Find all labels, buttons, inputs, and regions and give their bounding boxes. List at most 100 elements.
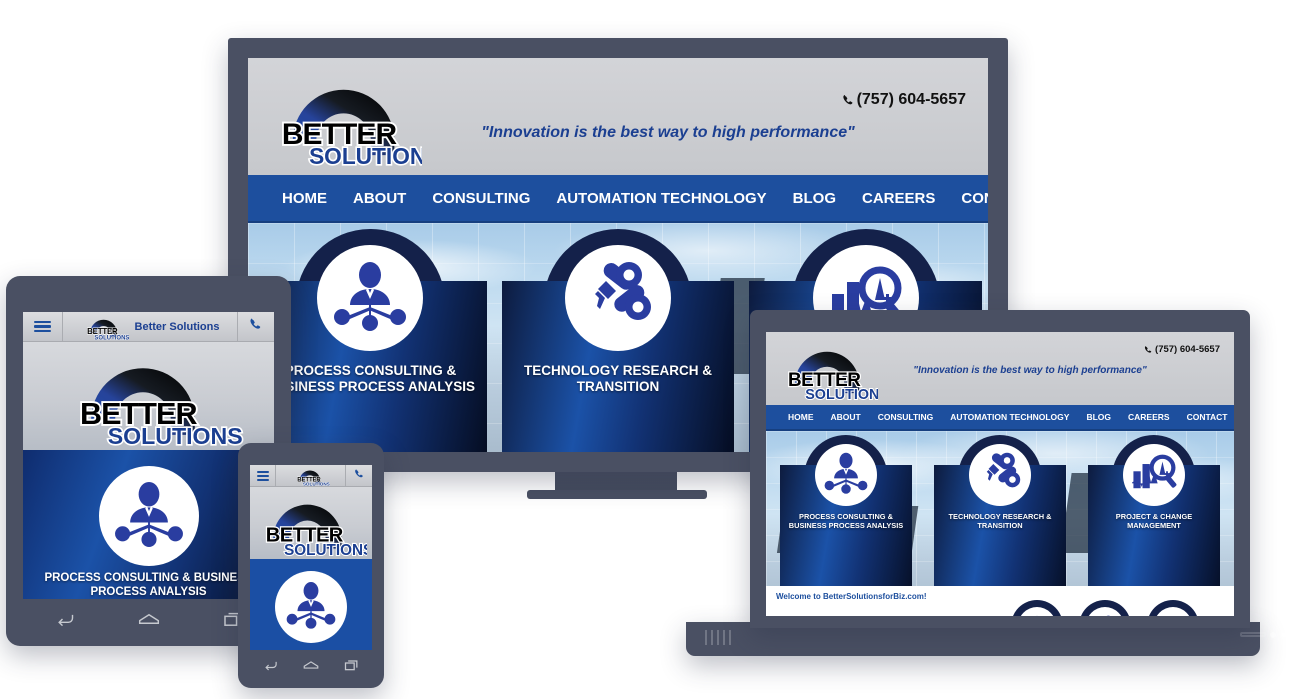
nav-item-consulting[interactable]: CONSULTING bbox=[432, 190, 530, 207]
svg-text:SOLUTIONS: SOLUTIONS bbox=[309, 143, 422, 166]
laptop-indicator-bar bbox=[1240, 632, 1266, 637]
laptop-screen: BETTER SOLUTIONS (757) 604-5657 "Innovat… bbox=[766, 332, 1234, 616]
phone-number: (757) 604-5657 bbox=[856, 91, 966, 108]
welcome-text: Welcome to BetterSolutionsforBiz.com! bbox=[776, 592, 927, 601]
menu-button[interactable] bbox=[250, 465, 276, 486]
hero-section: PROCESS CONSULTING & BUSINESS PROCESS AN… bbox=[766, 431, 1234, 616]
service-panel-technology-research[interactable]: TECHNOLOGY RESEARCH & TRANSITION bbox=[501, 223, 735, 452]
header-phone[interactable]: (757) 604-5657 bbox=[842, 91, 966, 109]
welcome-circle-inner bbox=[1154, 607, 1192, 616]
mobile-service-card[interactable] bbox=[250, 559, 372, 650]
call-button[interactable] bbox=[238, 312, 274, 341]
welcome-strip: Welcome to BetterSolutionsforBiz.com! bbox=[766, 586, 1234, 616]
nav-item-home[interactable]: HOME bbox=[788, 412, 814, 422]
mobile-header: BETTER SOLUTIONS Better Solutions bbox=[23, 312, 274, 342]
nav-item-contact[interactable]: CONTACT bbox=[961, 190, 988, 207]
tablet-screen: BETTER SOLUTIONS Better Solutions BETTER… bbox=[23, 312, 274, 599]
main-navigation: HOME ABOUT CONSULTING AUTOMATION TECHNOL… bbox=[248, 175, 988, 223]
android-navigation-bar bbox=[250, 650, 372, 680]
brand-logo-large: BETTER SOLUTIONS bbox=[46, 346, 251, 446]
welcome-circle-3 bbox=[1147, 600, 1199, 616]
nav-item-blog[interactable]: BLOG bbox=[1086, 412, 1111, 422]
bar-chart-magnifier-icon bbox=[1131, 453, 1177, 497]
consultant-network-icon bbox=[286, 581, 336, 634]
hamburger-menu-icon bbox=[34, 320, 51, 333]
mobile-service-card[interactable]: PROCESS CONSULTING & BUSINESS PROCESS AN… bbox=[23, 450, 274, 599]
panel-icon-circle bbox=[969, 444, 1031, 506]
mobile-brand-label: Better Solutions bbox=[134, 320, 220, 333]
panel-icon-circle bbox=[564, 245, 671, 351]
mobile-logo-banner: BETTER SOLUTIONS bbox=[250, 487, 372, 559]
android-recents-icon[interactable] bbox=[344, 659, 359, 671]
nav-item-automation-technology[interactable]: AUTOMATION TECHNOLOGY bbox=[950, 412, 1069, 422]
consultant-network-icon bbox=[333, 261, 407, 336]
nav-item-home[interactable]: HOME bbox=[282, 190, 327, 207]
consultant-network-icon bbox=[114, 481, 184, 552]
panel-icon-circle bbox=[1123, 444, 1185, 506]
phone-handset-icon bbox=[842, 93, 855, 108]
panel-icon-circle bbox=[275, 571, 347, 643]
phone-device: BETTER SOLUTIONS BETTER SOLUTIONS bbox=[238, 443, 384, 688]
site-tagline: "Innovation is the best way to high perf… bbox=[481, 124, 855, 141]
android-home-icon[interactable] bbox=[138, 611, 160, 627]
panel-title: PROJECT & CHANGE MANAGEMENT bbox=[1115, 512, 1193, 530]
hamburger-menu-icon bbox=[256, 470, 269, 481]
robot-arm-icon bbox=[582, 261, 654, 336]
panel-icon-circle bbox=[815, 444, 877, 506]
laptop-screen-bezel: BETTER SOLUTIONS (757) 604-5657 "Innovat… bbox=[750, 310, 1250, 628]
panel-title: PROCESS CONSULTING & BUSINESS PROCESS AN… bbox=[44, 572, 253, 598]
welcome-circle-2 bbox=[1079, 600, 1131, 616]
main-navigation: HOME ABOUT CONSULTING AUTOMATION TECHNOL… bbox=[766, 405, 1234, 431]
mobile-brand[interactable]: BETTER SOLUTIONS bbox=[276, 465, 346, 486]
android-back-icon[interactable] bbox=[55, 611, 75, 627]
svg-text:SOLUTIONS: SOLUTIONS bbox=[805, 387, 878, 400]
svg-text:SOLUTIONS: SOLUTIONS bbox=[284, 542, 367, 556]
svg-text:BETTER: BETTER bbox=[87, 327, 118, 336]
nav-item-about[interactable]: ABOUT bbox=[353, 190, 406, 207]
consultant-network-icon bbox=[824, 452, 868, 499]
phone-number: (757) 604-5657 bbox=[1155, 344, 1220, 355]
mobile-brand[interactable]: BETTER SOLUTIONS Better Solutions bbox=[63, 312, 238, 341]
mobile-logo-banner: BETTER SOLUTIONS bbox=[23, 342, 274, 450]
nav-item-automation-technology[interactable]: AUTOMATION TECHNOLOGY bbox=[556, 190, 766, 207]
nav-item-careers[interactable]: CAREERS bbox=[862, 190, 935, 207]
panel-icon-circle bbox=[317, 245, 424, 351]
header-phone[interactable]: (757) 604-5657 bbox=[1144, 344, 1220, 355]
nav-item-careers[interactable]: CAREERS bbox=[1128, 412, 1170, 422]
mobile-header: BETTER SOLUTIONS bbox=[250, 465, 372, 487]
menu-button[interactable] bbox=[23, 312, 63, 341]
panel-title: TECHNOLOGY RESEARCH & TRANSITION bbox=[948, 512, 1052, 530]
nav-item-contact[interactable]: CONTACT bbox=[1187, 412, 1228, 422]
panel-icon-circle bbox=[98, 466, 199, 566]
laptop-speaker-grille bbox=[705, 630, 731, 645]
panel-title: TECHNOLOGY RESEARCH & TRANSITION bbox=[523, 363, 712, 394]
site-header: BETTER SOLUTIONS (757) 604-5657 "Innovat… bbox=[248, 58, 988, 175]
phone-handset-icon bbox=[1144, 345, 1153, 355]
responsive-showcase: BETTER SOLUTIONS (757) 604-5657 "Innovat… bbox=[0, 0, 1307, 699]
brand-logo: BETTER SOLUTIONS bbox=[288, 466, 334, 486]
laptop-indicator-dot-2 bbox=[1281, 632, 1287, 638]
nav-item-blog[interactable]: BLOG bbox=[793, 190, 836, 207]
android-navigation-bar bbox=[23, 599, 274, 639]
android-home-icon[interactable] bbox=[303, 659, 319, 671]
site-tagline: "Innovation is the best way to high perf… bbox=[913, 365, 1147, 376]
brand-logo-large: BETTER SOLUTIONS bbox=[255, 490, 367, 556]
welcome-circle-inner bbox=[1086, 607, 1124, 616]
nav-item-about[interactable]: ABOUT bbox=[831, 412, 861, 422]
phone-screen: BETTER SOLUTIONS BETTER SOLUTIONS bbox=[250, 465, 372, 650]
panel-title: PROCESS CONSULTING & BUSINESS PROCESS AN… bbox=[265, 363, 475, 394]
site-header: BETTER SOLUTIONS (757) 604-5657 "Innovat… bbox=[766, 332, 1234, 405]
phone-handset-icon bbox=[354, 467, 365, 485]
android-back-icon[interactable] bbox=[263, 659, 278, 671]
website-laptop: BETTER SOLUTIONS (757) 604-5657 "Innovat… bbox=[766, 332, 1234, 616]
svg-text:SOLUTIONS: SOLUTIONS bbox=[302, 481, 329, 485]
call-button[interactable] bbox=[346, 465, 372, 486]
brand-logo[interactable]: BETTER SOLUTIONS bbox=[276, 68, 422, 166]
phone-handset-icon bbox=[249, 317, 263, 337]
website-phone: BETTER SOLUTIONS BETTER SOLUTIONS bbox=[250, 465, 372, 650]
svg-text:SOLUTIONS: SOLUTIONS bbox=[94, 335, 129, 339]
nav-item-consulting[interactable]: CONSULTING bbox=[878, 412, 934, 422]
brand-logo: BETTER SOLUTIONS bbox=[81, 314, 129, 340]
welcome-circle-inner bbox=[1018, 607, 1056, 616]
website-tablet: BETTER SOLUTIONS Better Solutions BETTER… bbox=[23, 312, 274, 599]
